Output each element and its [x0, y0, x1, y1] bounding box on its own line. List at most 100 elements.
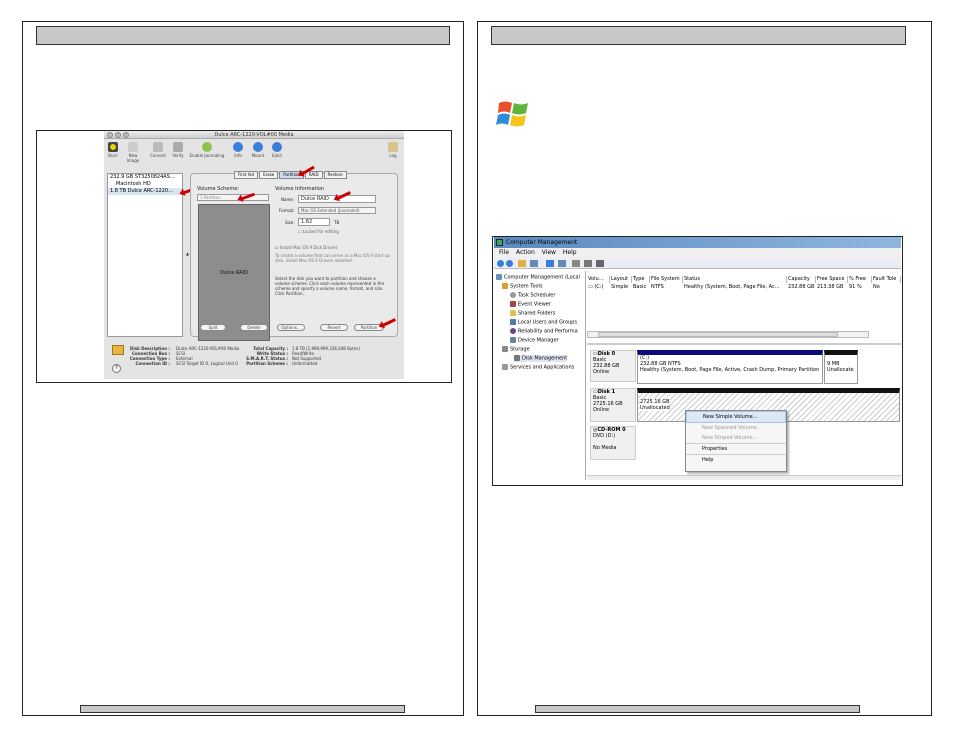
disk-list-item-selected[interactable]: 1.8 TB Dulce ARC-1220... — [108, 188, 182, 195]
mount-button[interactable]: Mount — [250, 142, 266, 158]
menu-file[interactable]: File — [499, 249, 509, 256]
menu-item-new-simple-volume[interactable]: New Simple Volume... — [686, 411, 786, 423]
tree-item-shared-folders[interactable]: Shared Folders — [510, 310, 555, 317]
tree-item-system-tools[interactable]: System Tools — [502, 283, 543, 290]
disk-list-item[interactable]: Macintosh HD — [108, 181, 182, 188]
right-footer-bar — [535, 705, 860, 713]
right-header-bar — [491, 26, 906, 45]
install-drivers-checkbox[interactable]: ☑ Install Mac OS 9 Disk Drivers — [275, 245, 338, 250]
left-footer-bar — [80, 705, 405, 713]
menu-item-new-spanned-volume[interactable]: New Spanned Volume... — [686, 423, 786, 433]
disk-list: 232.9 GB ST3250824AS... Macintosh HD 1.8… — [107, 173, 183, 337]
zoom-dot-icon[interactable] — [123, 132, 129, 138]
burn-button[interactable]: Burn — [106, 142, 120, 158]
tab-first-aid[interactable]: First Aid — [234, 171, 259, 179]
name-label: Name: — [281, 197, 295, 202]
column-layout[interactable]: Layout — [610, 276, 632, 283]
locked-checkbox[interactable]: ☐ Locked for editing — [298, 229, 339, 234]
menu-item-new-striped-volume[interactable]: New Striped Volume... — [686, 433, 786, 444]
disk-0-partition-c[interactable]: (C:) 232.88 GB NTFS Healthy (System, Boo… — [637, 350, 823, 384]
tools-icon — [502, 283, 508, 289]
help-button[interactable]: ? — [112, 364, 121, 373]
scrollbar-thumb[interactable] — [598, 332, 838, 337]
column-file-system[interactable]: File System — [650, 276, 683, 283]
back-icon[interactable] — [497, 260, 504, 267]
tree-item-computer-management[interactable]: Computer Management (Local — [496, 274, 580, 281]
tab-row: First Aid Erase Partition RAID Restore — [234, 171, 348, 179]
partition-block[interactable]: Dulce RAID — [198, 204, 270, 341]
settings-icon[interactable] — [596, 260, 604, 267]
toolbar — [494, 258, 901, 269]
help-icon: ? — [115, 365, 118, 371]
tree-item-storage[interactable]: Storage — [502, 346, 530, 353]
info-left-values: Dulce ARC-1220-VOL#00 Media SCSI Externa… — [176, 346, 251, 366]
help-icon[interactable] — [546, 260, 554, 267]
delete-button[interactable]: Delete — [240, 324, 268, 331]
info-right-labels: Total Capacity : Write Status : S.M.A.R.… — [246, 346, 288, 366]
tab-restore[interactable]: Restore — [323, 171, 347, 179]
tree-item-task-scheduler[interactable]: Task Scheduler — [510, 292, 555, 299]
tree-item-device-manager[interactable]: Device Manager — [510, 337, 559, 344]
enable-journaling-button[interactable]: Enable Journaling — [188, 142, 226, 158]
close-dot-icon[interactable] — [107, 132, 113, 138]
tree-item-disk-management[interactable]: Disk Management — [514, 355, 568, 362]
convert-button[interactable]: Convert — [149, 142, 167, 158]
pane-divider[interactable] — [587, 343, 901, 345]
menu-item-help[interactable]: Help — [686, 455, 786, 465]
column-fault-tolerance[interactable]: Fault Tole — [872, 276, 901, 283]
volume-scheme-select[interactable]: 1 Partition — [197, 194, 269, 201]
disk-list-item[interactable]: 232.9 GB ST3250824AS... — [108, 174, 182, 181]
convert-icon — [153, 142, 163, 152]
eject-button[interactable]: Eject — [270, 142, 284, 158]
menu-item-properties[interactable]: Properties — [686, 444, 786, 455]
menu-view[interactable]: View — [542, 249, 556, 256]
options-button[interactable]: Options... — [277, 324, 305, 331]
forward-icon[interactable] — [506, 260, 513, 267]
revert-button[interactable]: Revert — [320, 324, 348, 331]
column-status[interactable]: Status — [683, 276, 787, 283]
tab-erase[interactable]: Erase — [259, 171, 279, 179]
refresh-icon[interactable] — [584, 260, 592, 267]
tree-item-local-users[interactable]: Local Users and Groups — [510, 319, 577, 326]
cell-layout: Simple — [611, 284, 629, 290]
format-label: Format: — [279, 208, 295, 213]
app-icon — [496, 239, 503, 246]
export-icon[interactable] — [572, 260, 580, 267]
mac-title-bar: Dulce ARC-1220-VOL#00 Media — [104, 131, 404, 139]
column-free-space[interactable]: Free Space — [816, 276, 848, 283]
verify-button[interactable]: Verify — [170, 142, 186, 158]
format-select[interactable]: Mac OS Extended (Journaled) — [298, 207, 376, 214]
log-button[interactable]: Log — [386, 142, 400, 158]
split-button[interactable]: Split — [200, 324, 226, 331]
properties-icon[interactable] — [558, 260, 566, 267]
computer-management-window: Computer Management File Action View Hel… — [494, 237, 901, 480]
volume-info-label: Volume Information — [275, 186, 325, 192]
tree-item-reliability[interactable]: Reliability and Performa — [510, 328, 578, 335]
disk-0-unallocated[interactable]: 9 MB Unallocate — [824, 350, 858, 384]
mount-icon — [253, 142, 263, 152]
minimize-dot-icon[interactable] — [115, 132, 121, 138]
column-percent-free[interactable]: % Free — [848, 276, 872, 283]
storage-icon — [502, 346, 508, 352]
menu-action[interactable]: Action — [516, 249, 535, 256]
computer-icon — [496, 274, 502, 280]
event-viewer-icon — [510, 301, 516, 307]
tree-item-services[interactable]: Services and Applications — [502, 364, 574, 371]
verify-icon — [173, 142, 183, 152]
cdrom-0-label: ◎CD-ROM 0 DVD (D:) No Media — [590, 426, 636, 460]
new-image-button[interactable]: New Image — [122, 142, 144, 163]
up-icon[interactable] — [518, 260, 526, 267]
info-button[interactable]: Info — [231, 142, 245, 158]
cell-capacity: 232.88 GB — [788, 284, 815, 290]
column-capacity[interactable]: Capacity — [787, 276, 816, 283]
column-volume[interactable]: Volu... — [587, 276, 610, 283]
disk-1-label: ▭Disk 1 Basic 2725.16 GB Online — [590, 388, 636, 422]
menu-help[interactable]: Help — [563, 249, 577, 256]
table-row[interactable]: ▭ (C:) Simple Basic NTFS Healthy (System… — [587, 284, 901, 291]
size-field[interactable]: 1.82 — [298, 218, 330, 226]
disk-drive-icon — [112, 345, 124, 355]
tree-item-event-viewer[interactable]: Event Viewer — [510, 301, 551, 308]
column-type[interactable]: Type — [632, 276, 650, 283]
burn-icon — [108, 142, 118, 152]
show-hide-tree-icon[interactable] — [530, 260, 538, 267]
